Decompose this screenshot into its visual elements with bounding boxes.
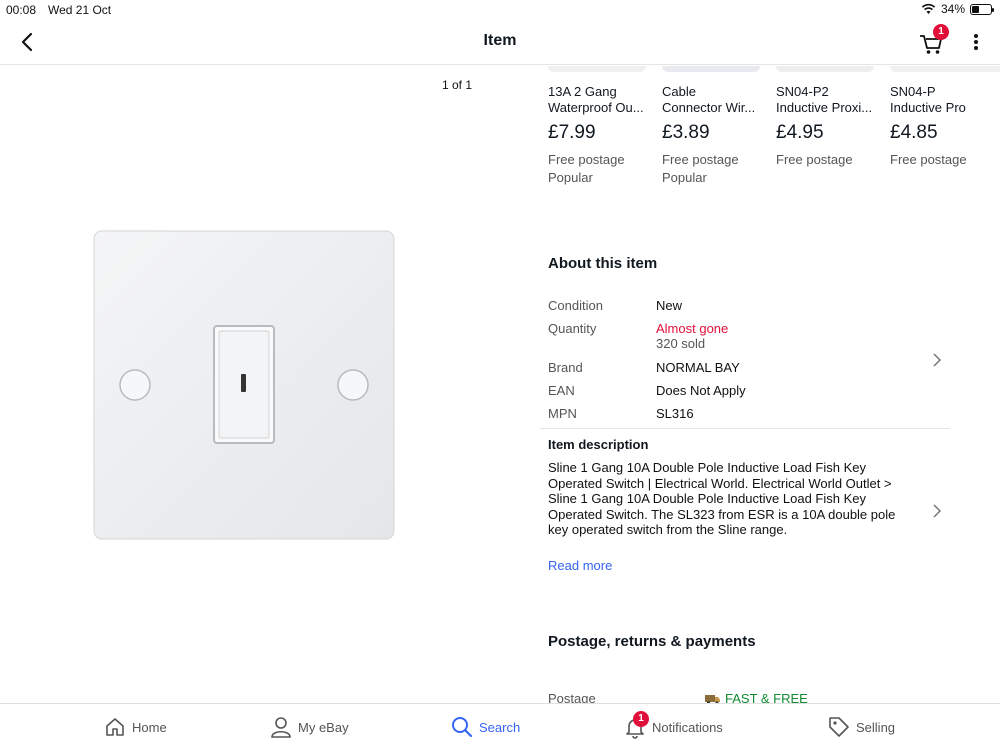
tab-notifications-label: Notifications	[652, 719, 723, 735]
search-icon	[452, 717, 473, 738]
related-item[interactable]: SN04-P2 Inductive Proxi... £4.95 Free po…	[776, 66, 882, 167]
tab-home[interactable]: Home	[104, 712, 167, 742]
related-item-title-line1: Cable	[662, 84, 696, 99]
related-item-title-line2: Inductive Proxi...	[776, 100, 873, 115]
status-bar: 00:08 Wed 21 Oct 34%	[0, 0, 1000, 20]
key-switch-icon[interactable]	[93, 230, 395, 540]
person-icon	[271, 717, 291, 738]
notifications-count-badge: 1	[633, 711, 649, 727]
condition-value: New	[656, 298, 683, 313]
related-item[interactable]: 13A 2 Gang Waterproof Ou... £7.99 Free p…	[548, 66, 654, 185]
related-item-price: £4.85	[890, 122, 938, 143]
related-item-image	[662, 66, 760, 72]
related-item-title-line2: Waterproof Ou...	[548, 100, 644, 115]
related-item-title-line1: SN04-P	[890, 84, 936, 99]
wifi-icon	[921, 3, 936, 14]
related-item-image	[548, 66, 646, 72]
related-item-tag: Popular	[548, 170, 593, 185]
divider	[540, 428, 950, 429]
description-text: Sline 1 Gang 10A Double Pole Inductive L…	[548, 460, 896, 537]
sold-count: 320 sold	[656, 336, 706, 351]
related-item-image	[776, 66, 874, 72]
related-item-shipping: Free postage	[662, 152, 739, 167]
specifics-chevron-right-icon[interactable]	[931, 352, 943, 368]
home-icon	[106, 718, 124, 736]
cart-button[interactable]: 1	[918, 24, 949, 56]
description-heading: Item description	[548, 437, 649, 452]
tab-selling-label: Selling	[856, 719, 896, 735]
about-heading: About this item	[548, 255, 658, 272]
quantity-label: Quantity	[548, 321, 597, 336]
tab-selling[interactable]: Selling	[828, 712, 895, 742]
tab-search[interactable]: Search	[451, 712, 520, 742]
tab-bar: Home My eBay Search 1 Notifications Sell	[0, 703, 1000, 750]
related-item-price: £7.99	[548, 122, 596, 143]
related-item-image	[890, 66, 1000, 72]
cart-count-badge: 1	[933, 24, 949, 40]
tab-search-label: Search	[479, 719, 521, 735]
related-item[interactable]: SN04-P Inductive Pro £4.85 Free postage	[890, 66, 1000, 167]
battery-icon	[970, 3, 994, 15]
nav-bar: Item 1	[0, 20, 1000, 65]
battery-percent: 34%	[940, 2, 965, 16]
brand-label: Brand	[548, 360, 583, 375]
ean-value: Does Not Apply	[656, 383, 746, 398]
condition-label: Condition	[548, 298, 603, 313]
brand-value: NORMAL BAY	[656, 360, 740, 375]
related-item[interactable]: Cable Connector Wir... £3.89 Free postag…	[662, 66, 768, 185]
status-time: 00:08	[6, 3, 37, 17]
related-item-price: £4.95	[776, 122, 824, 143]
image-counter: 1 of 1	[442, 78, 473, 92]
mpn-value: SL316	[656, 406, 694, 421]
status-date: Wed 21 Oct	[48, 3, 112, 17]
quantity-value: Almost gone	[656, 321, 729, 336]
related-item-shipping: Free postage	[776, 152, 853, 167]
related-item-title-line1: 13A 2 Gang	[548, 84, 617, 99]
more-options-icon[interactable]	[966, 30, 986, 54]
related-item-title-line2: Inductive Pro	[890, 100, 966, 115]
tab-notifications[interactable]: 1 Notifications	[624, 711, 723, 742]
postage-heading: Postage, returns & payments	[548, 633, 756, 650]
description-chevron-right-icon[interactable]	[931, 503, 943, 519]
tab-my-ebay-label: My eBay	[298, 719, 349, 735]
notifications-icon-wrap: 1	[624, 711, 649, 739]
price-tag-icon	[829, 717, 849, 737]
mpn-label: MPN	[548, 406, 577, 421]
status-right: 34%	[921, 2, 994, 16]
read-more-link[interactable]: Read more	[548, 558, 612, 573]
ean-label: EAN	[548, 383, 575, 398]
related-item-shipping: Free postage	[890, 152, 967, 167]
related-item-title-line1: SN04-P2	[776, 84, 829, 99]
related-item-shipping: Free postage	[548, 152, 625, 167]
tab-home-label: Home	[132, 719, 167, 735]
related-item-title-line2: Connector Wir...	[662, 100, 756, 115]
related-item-tag: Popular	[662, 170, 707, 185]
related-item-price: £3.89	[662, 122, 710, 143]
page-title: Item	[483, 32, 517, 49]
tab-my-ebay[interactable]: My eBay	[270, 712, 349, 742]
